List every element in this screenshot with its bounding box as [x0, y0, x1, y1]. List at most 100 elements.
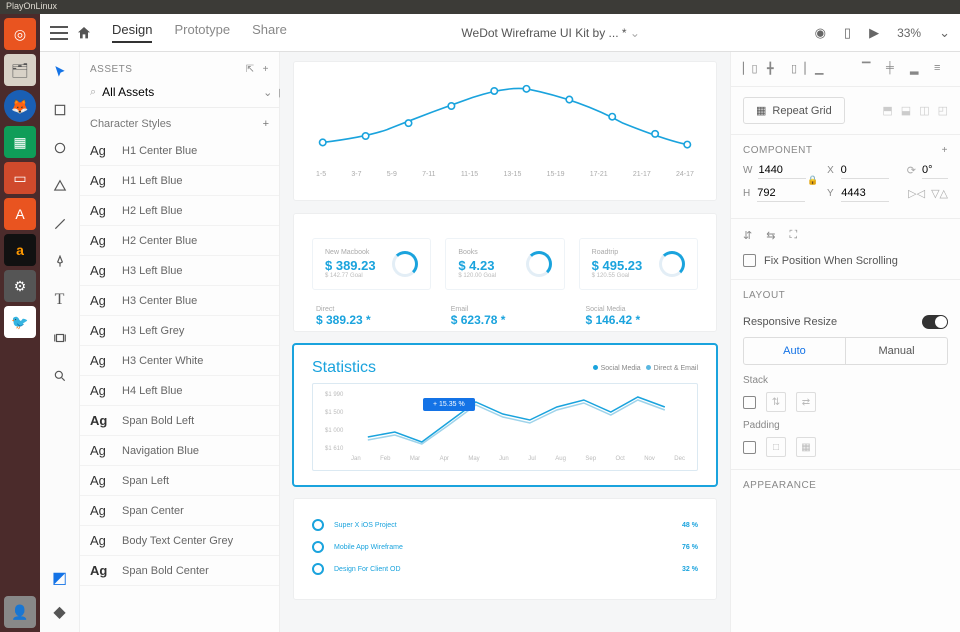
artboard-cards[interactable]: New Macbook$ 389.23$ 142.77 Goal Books$ 4…: [294, 214, 716, 331]
stack-checkbox[interactable]: [743, 396, 756, 409]
align-hcenter-icon[interactable]: ╋: [767, 62, 781, 76]
artboard-tool[interactable]: [50, 328, 70, 348]
firefox-icon[interactable]: 🦊: [4, 90, 36, 122]
progress-row[interactable]: Super X iOS Project48 %: [312, 519, 698, 531]
layers-icon[interactable]: ◆: [50, 602, 70, 622]
char-style-item[interactable]: AgSpan Bold Left: [80, 406, 279, 436]
software-icon[interactable]: A: [4, 198, 36, 230]
dash-icon[interactable]: ◎: [4, 18, 36, 50]
repeat-grid-button[interactable]: ▦ Repeat Grid: [743, 97, 845, 124]
slides-icon[interactable]: ▭: [4, 162, 36, 194]
device-icon[interactable]: ▯: [844, 25, 851, 41]
assets-icon[interactable]: ◩: [50, 568, 70, 588]
padding-same-icon[interactable]: □: [766, 437, 786, 457]
x-input[interactable]: [841, 162, 889, 179]
progress-row[interactable]: Design For Client OD32 %: [312, 563, 698, 575]
tab-design[interactable]: Design: [112, 22, 152, 43]
scroll-h-icon[interactable]: ⇆: [766, 229, 775, 242]
seg-manual[interactable]: Manual: [845, 338, 947, 364]
grid-icon: ▦: [756, 104, 766, 117]
zoom-tool[interactable]: [50, 366, 70, 386]
progress-row[interactable]: Mobile App Wireframe76 %: [312, 541, 698, 553]
artboard-progress[interactable]: Super X iOS Project48 % Mobile App Wirefr…: [294, 499, 716, 599]
intersect-boolean-icon[interactable]: ◫: [919, 104, 929, 117]
sheets-icon[interactable]: ▦: [4, 126, 36, 158]
seg-auto[interactable]: Auto: [744, 338, 845, 364]
responsive-toggle[interactable]: [922, 315, 948, 329]
stat-card[interactable]: Roadtrip$ 495.23$ 120.55 Goal: [579, 238, 698, 290]
select-tool[interactable]: [50, 62, 70, 82]
char-style-item[interactable]: AgH2 Center Blue: [80, 226, 279, 256]
polygon-tool[interactable]: [50, 176, 70, 196]
home-icon[interactable]: [76, 25, 92, 41]
zoom-level[interactable]: 33%: [897, 26, 921, 40]
char-style-item[interactable]: AgH3 Center White: [80, 346, 279, 376]
scroll-v-icon[interactable]: ⇵: [743, 229, 752, 242]
doc-title[interactable]: WeDot Wireframe UI Kit by ... * ⌄: [295, 26, 807, 40]
stack-h-icon[interactable]: ⇄: [796, 392, 816, 412]
settings-icon[interactable]: ⚙: [4, 270, 36, 302]
char-style-item[interactable]: AgH3 Left Grey: [80, 316, 279, 346]
char-style-item[interactable]: AgSpan Left: [80, 466, 279, 496]
files-icon[interactable]: 🗂: [4, 54, 36, 86]
char-style-item[interactable]: AgH1 Center Blue: [80, 136, 279, 166]
align-right-icon[interactable]: ▯▕: [791, 62, 805, 76]
artboard-curve[interactable]: 1-53-75-97-1111-1513-1515-1917-2121-1724…: [294, 62, 716, 200]
assets-search-input[interactable]: [102, 85, 257, 99]
char-style-item[interactable]: AgH3 Left Blue: [80, 256, 279, 286]
text-tool[interactable]: T: [50, 290, 70, 310]
stack-v-icon[interactable]: ⇅: [766, 392, 786, 412]
chevron-down-icon[interactable]: ⌄: [939, 25, 950, 41]
align-vbottom-icon[interactable]: ▂: [910, 62, 924, 76]
char-style-item[interactable]: AgSpan Bold Center: [80, 556, 279, 586]
flip-v-icon[interactable]: ▽△: [931, 187, 948, 200]
rectangle-tool[interactable]: [50, 100, 70, 120]
align-bottom-icon[interactable]: ▁: [815, 62, 829, 76]
tab-prototype[interactable]: Prototype: [174, 22, 230, 43]
stat-card[interactable]: Books$ 4.23$ 120.00 Goal: [445, 238, 564, 290]
add-icon[interactable]: +: [263, 118, 269, 130]
align-left-icon[interactable]: ▏▯: [743, 62, 757, 76]
add-boolean-icon[interactable]: ⬒: [882, 104, 892, 117]
user-icon[interactable]: 👤: [4, 596, 36, 628]
char-style-item[interactable]: AgH4 Left Blue: [80, 376, 279, 406]
height-input[interactable]: [757, 185, 805, 202]
tab-share[interactable]: Share: [252, 22, 287, 43]
distribute-icon[interactable]: ≡: [934, 62, 948, 76]
y-input[interactable]: [841, 185, 889, 202]
rotation-input[interactable]: [922, 162, 948, 179]
char-style-item[interactable]: AgBody Text Center Grey: [80, 526, 279, 556]
play-icon[interactable]: ▶: [869, 25, 879, 41]
char-style-item[interactable]: AgH3 Center Blue: [80, 286, 279, 316]
padding-checkbox[interactable]: [743, 441, 756, 454]
width-input[interactable]: [758, 162, 806, 179]
ubuntu-dock: ◎ 🗂 🦊 ▦ ▭ A a ⚙ 🐦 👤: [0, 14, 40, 632]
fix-position-checkbox[interactable]: [743, 254, 756, 267]
scroll-both-icon[interactable]: ⛶: [789, 229, 797, 242]
amazon-icon[interactable]: a: [4, 234, 36, 266]
stat-card[interactable]: New Macbook$ 389.23$ 142.77 Goal: [312, 238, 431, 290]
menu-icon[interactable]: [50, 26, 68, 40]
exclude-boolean-icon[interactable]: ◰: [938, 104, 948, 117]
artboard-statistics[interactable]: Statistics Social Media Direct & Email +…: [294, 345, 716, 485]
add-icon[interactable]: +: [263, 64, 269, 75]
subtract-boolean-icon[interactable]: ⬓: [901, 104, 911, 117]
add-icon[interactable]: +: [942, 145, 948, 156]
align-vcenter-icon[interactable]: ╪: [886, 62, 900, 76]
canvas[interactable]: 1-53-75-97-1111-1513-1515-1917-2121-1724…: [280, 52, 730, 632]
pen-tool[interactable]: [50, 252, 70, 272]
char-style-item[interactable]: AgH1 Left Blue: [80, 166, 279, 196]
flip-h-icon[interactable]: ▷◁: [908, 187, 925, 200]
char-style-item[interactable]: AgNavigation Blue: [80, 436, 279, 466]
char-style-item[interactable]: AgH2 Left Blue: [80, 196, 279, 226]
char-style-item[interactable]: AgSpan Center: [80, 496, 279, 526]
lock-icon[interactable]: 🔒: [807, 175, 818, 186]
link-icon[interactable]: ⇱: [246, 64, 255, 75]
profile-icon[interactable]: ◉: [815, 25, 826, 41]
ellipse-tool[interactable]: [50, 138, 70, 158]
app-icon[interactable]: 🐦: [4, 306, 36, 338]
chevron-down-icon[interactable]: ⌄: [263, 86, 272, 99]
padding-each-icon[interactable]: ▦: [796, 437, 816, 457]
align-top-icon[interactable]: ▔: [862, 62, 876, 76]
line-tool[interactable]: [50, 214, 70, 234]
